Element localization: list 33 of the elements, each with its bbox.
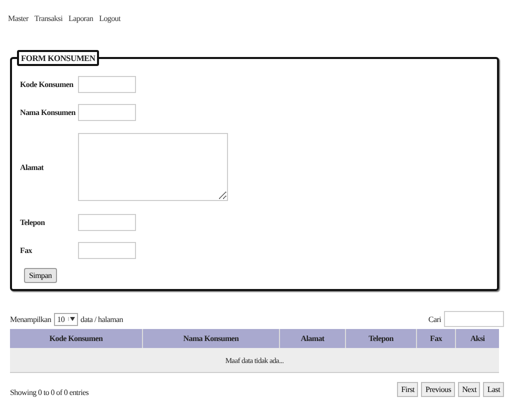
pagination-button[interactable]: Last	[483, 382, 504, 397]
length-select[interactable]: 10	[54, 312, 78, 326]
table-info: Showing 0 to 0 of 0 entries	[10, 388, 89, 397]
pagination-button[interactable]: Next	[458, 382, 480, 397]
input-field[interactable]	[78, 76, 136, 92]
save-button[interactable]: Simpan	[24, 268, 57, 283]
form-legend: FORM KONSUMEN	[17, 50, 100, 66]
column-header[interactable]: Telepon	[346, 329, 416, 348]
field-label: Nama Konsumen	[20, 108, 76, 116]
search-field[interactable]	[444, 311, 504, 327]
input-field[interactable]	[78, 242, 136, 258]
column-header[interactable]: Alamat	[280, 329, 346, 348]
length-label: data / halaman	[80, 314, 123, 324]
length-label: Menampilkan	[10, 314, 52, 324]
input-field[interactable]	[78, 104, 136, 120]
menu-link[interactable]: Transaksi	[34, 14, 63, 23]
field-label: Alamat	[20, 162, 45, 172]
field-label: Telepon	[20, 218, 46, 226]
menu-link[interactable]: Master	[8, 14, 28, 23]
menu-link[interactable]: Laporan	[68, 14, 94, 23]
input-field[interactable]	[78, 214, 136, 230]
search-label: Cari	[428, 314, 441, 324]
caret-icon	[68, 317, 75, 321]
textarea-field[interactable]	[78, 133, 228, 201]
column-header[interactable]: Aksi	[456, 329, 499, 348]
column-header[interactable]: Nama Konsumen	[142, 329, 280, 348]
pagination-button[interactable]: Previous	[421, 382, 456, 397]
column-header[interactable]: Fax	[416, 329, 456, 348]
menu-link[interactable]: Logout	[99, 14, 120, 23]
pagination-button[interactable]: First	[397, 382, 418, 397]
field-label: Fax	[20, 246, 34, 254]
field-label: Kode Konsumen	[20, 80, 74, 88]
column-header[interactable]: Kode Konsumen	[10, 329, 142, 348]
